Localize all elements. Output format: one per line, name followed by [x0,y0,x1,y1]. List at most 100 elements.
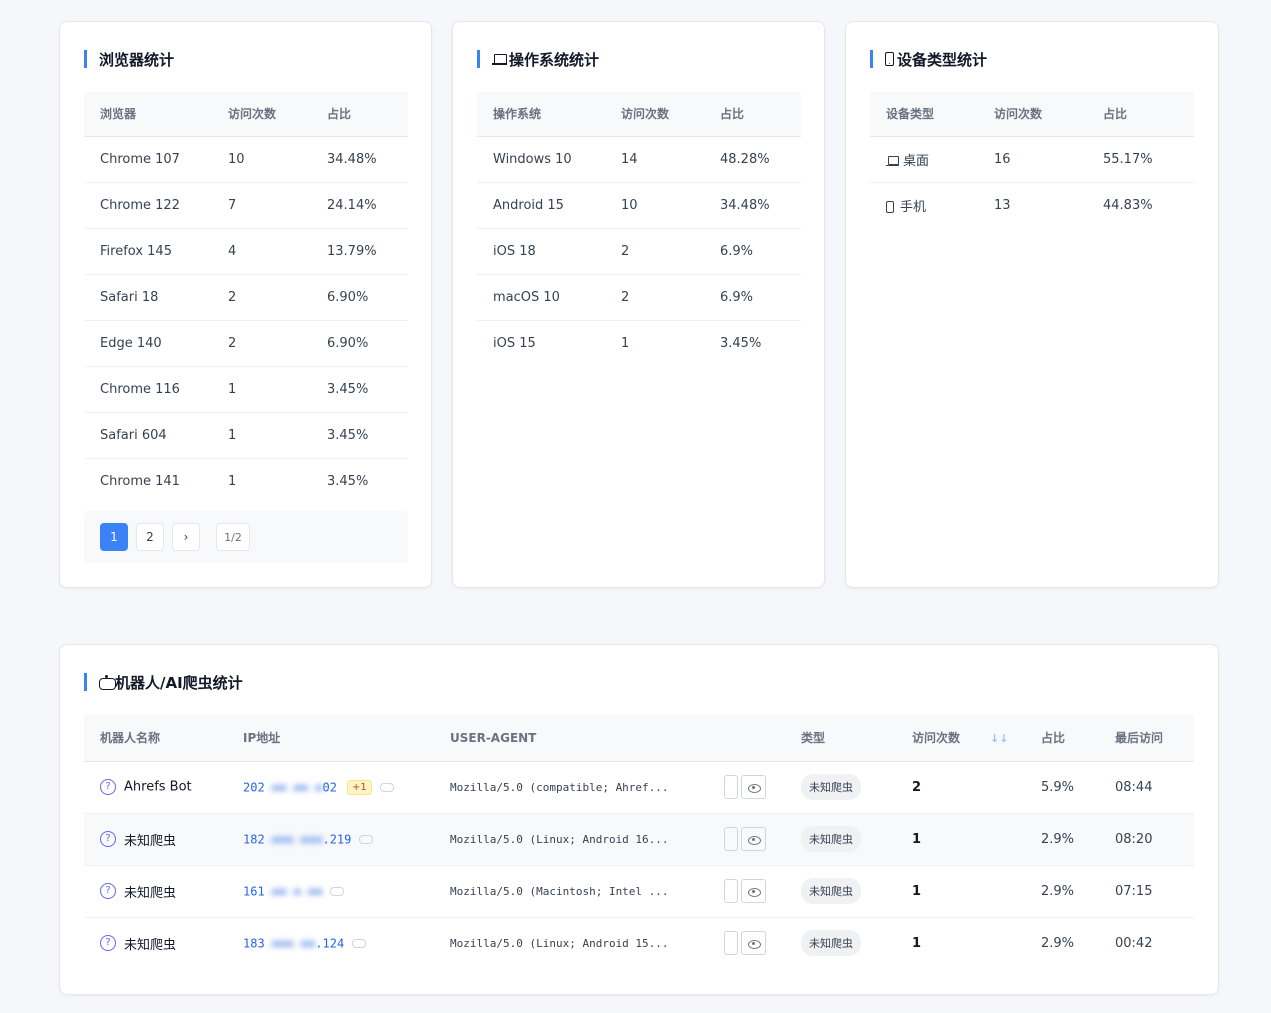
ip-link[interactable]: 183.●●●.●●.124 [243,936,344,950]
column-header: 机器人名称 [84,715,227,762]
cell: 2 [212,274,311,321]
sort-icon[interactable]: ↓↓ [990,732,1008,745]
table-row: iOS 15 1 3.45% [477,320,801,366]
cell: Safari 604 [84,412,212,459]
copy-ua-button[interactable] [724,775,738,799]
ip-link[interactable]: 182.●●●.●●●.219 [243,832,351,846]
column-header: IP地址 [227,715,434,762]
count-cell: 2 [896,761,1025,814]
os-table: 操作系统 访问次数 占比 Windows 10 14 48.28% Android … [477,92,801,366]
bot-stats-card: 机器人/AI爬虫统计 机器人名称 IP地址 USER-AGENT 类型 访问次数… [59,644,1219,995]
page-info: 1/2 [216,523,250,551]
cell: 1 [212,366,311,413]
question-icon[interactable]: ? [100,935,116,952]
phone-icon [886,201,894,214]
next-page-button[interactable]: › [172,523,200,551]
cell: Safari 18 [84,274,212,321]
cell: 桌面 [870,136,978,183]
table-row: 手机 13 44.83% [870,182,1194,228]
pct-cell: 2.9% [1025,813,1099,866]
table-row: ? 未知爬虫 161.●●.●.●● Mozilla/5.0 (Macintosh… [84,865,1194,918]
count-cell: 1 [896,813,1025,866]
bot-name-cell: ? 未知爬虫 [84,865,227,918]
bot-name-cell: ? 未知爬虫 [84,917,227,969]
copy-icon[interactable] [330,886,345,896]
column-header: 占比 [311,92,408,137]
ua-cell: Mozilla/5.0 (compatible; Ahref... [434,761,785,814]
column-header: USER-AGENT [434,715,785,762]
table-row: Chrome 107 10 34.48% [84,136,408,183]
type-tag: 未知爬虫 [801,878,861,904]
table-row: ? 未知爬虫 183.●●●.●●.124 Mozilla/5.0 (Linux;… [84,917,1194,969]
cell: 2 [212,320,311,367]
pct-cell: 5.9% [1025,761,1099,814]
bot-name-cell: ? 未知爬虫 [84,813,227,866]
card-title: 设备类型统计 [870,50,987,69]
cell: 1 [212,412,311,459]
cell: Chrome 122 [84,182,212,229]
table-row: Safari 18 2 6.90% [84,274,408,321]
cell: Chrome 107 [84,136,212,183]
copy-icon[interactable] [379,782,394,792]
page-button-1[interactable]: 1 [100,523,128,551]
copy-ua-button[interactable] [724,879,738,903]
table-row: Edge 140 2 6.90% [84,320,408,367]
extra-ip-badge[interactable]: +1 [346,779,372,795]
browser-table: 浏览器 访问次数 占比 Chrome 107 10 34.48% Chrome 12… [84,92,408,504]
table-row: Android 15 10 34.48% [477,182,801,229]
cell: Chrome 141 [100,473,180,489]
last-visit-cell: 07:15 [1099,865,1194,918]
copy-ua-button[interactable] [724,827,738,851]
table-header: 机器人名称 IP地址 USER-AGENT 类型 访问次数 ↓↓ 占比 最后访问 [84,715,1194,762]
cell: 3.45% [311,412,408,459]
eye-icon[interactable] [741,879,766,903]
question-icon[interactable]: ? [100,831,116,847]
table-row: ? Ahrefs Bot 202.●●.●●.●02 +1 Mozilla/5.0 … [84,761,1194,814]
cell: 6.90% [311,320,408,367]
cell: 16 [978,136,1087,183]
table-row: macOS 10 2 6.9% [477,274,801,321]
column-header: 访问次数 [605,92,704,137]
cell: Chrome 116 [84,366,212,413]
table-row: Windows 10 14 48.28% [477,136,801,183]
cell: 55.17% [1087,136,1194,183]
cell: 2 [605,274,704,321]
column-header: 类型 [785,715,896,762]
type-tag: 未知爬虫 [801,774,861,800]
ip-cell: 161.●●.●.●● [227,865,434,918]
last-visit-cell: 00:42 [1115,935,1153,951]
cell: 13 [994,197,1011,213]
copy-icon[interactable] [352,938,367,948]
type-tag: 未知爬虫 [801,826,861,852]
laptop-icon [492,53,507,65]
copy-icon[interactable] [359,834,374,844]
ip-link[interactable]: 202.●●.●●.●02 [243,780,337,794]
last-visit-cell: 08:44 [1099,761,1194,814]
type-cell: 未知爬虫 [785,865,896,918]
page-button-2[interactable]: 2 [136,523,164,551]
table-row: Chrome 116 1 3.45% [84,366,408,413]
type-cell: 未知爬虫 [785,917,896,969]
table-header: 浏览器 访问次数 占比 [84,92,408,137]
ip-link[interactable]: 161.●●.●.●● [243,884,322,898]
copy-ua-button[interactable] [724,931,738,956]
type-cell: 未知爬虫 [785,813,896,866]
cell: 44.83% [1103,197,1153,213]
ua-cell: Mozilla/5.0 (Linux; Android 16... [434,813,785,866]
cell: 34.48% [704,182,801,229]
pagination: 1 2 › 1/2 [84,511,408,563]
cell: Firefox 145 [84,228,212,275]
column-header-count[interactable]: 访问次数 ↓↓ [896,715,1025,762]
eye-icon[interactable] [741,931,766,956]
eye-icon[interactable] [741,775,766,799]
question-icon[interactable]: ? [100,779,116,795]
laptop-icon [886,156,899,166]
ip-cell: 202.●●.●●.●02 +1 [227,761,434,814]
eye-icon[interactable] [741,827,766,851]
cell: iOS 18 [477,228,605,275]
cell: 2 [605,228,704,275]
cell: 1 [621,335,630,351]
question-icon[interactable]: ? [100,883,116,899]
cell: 10 [605,182,704,229]
cell: 3.45% [311,366,408,413]
